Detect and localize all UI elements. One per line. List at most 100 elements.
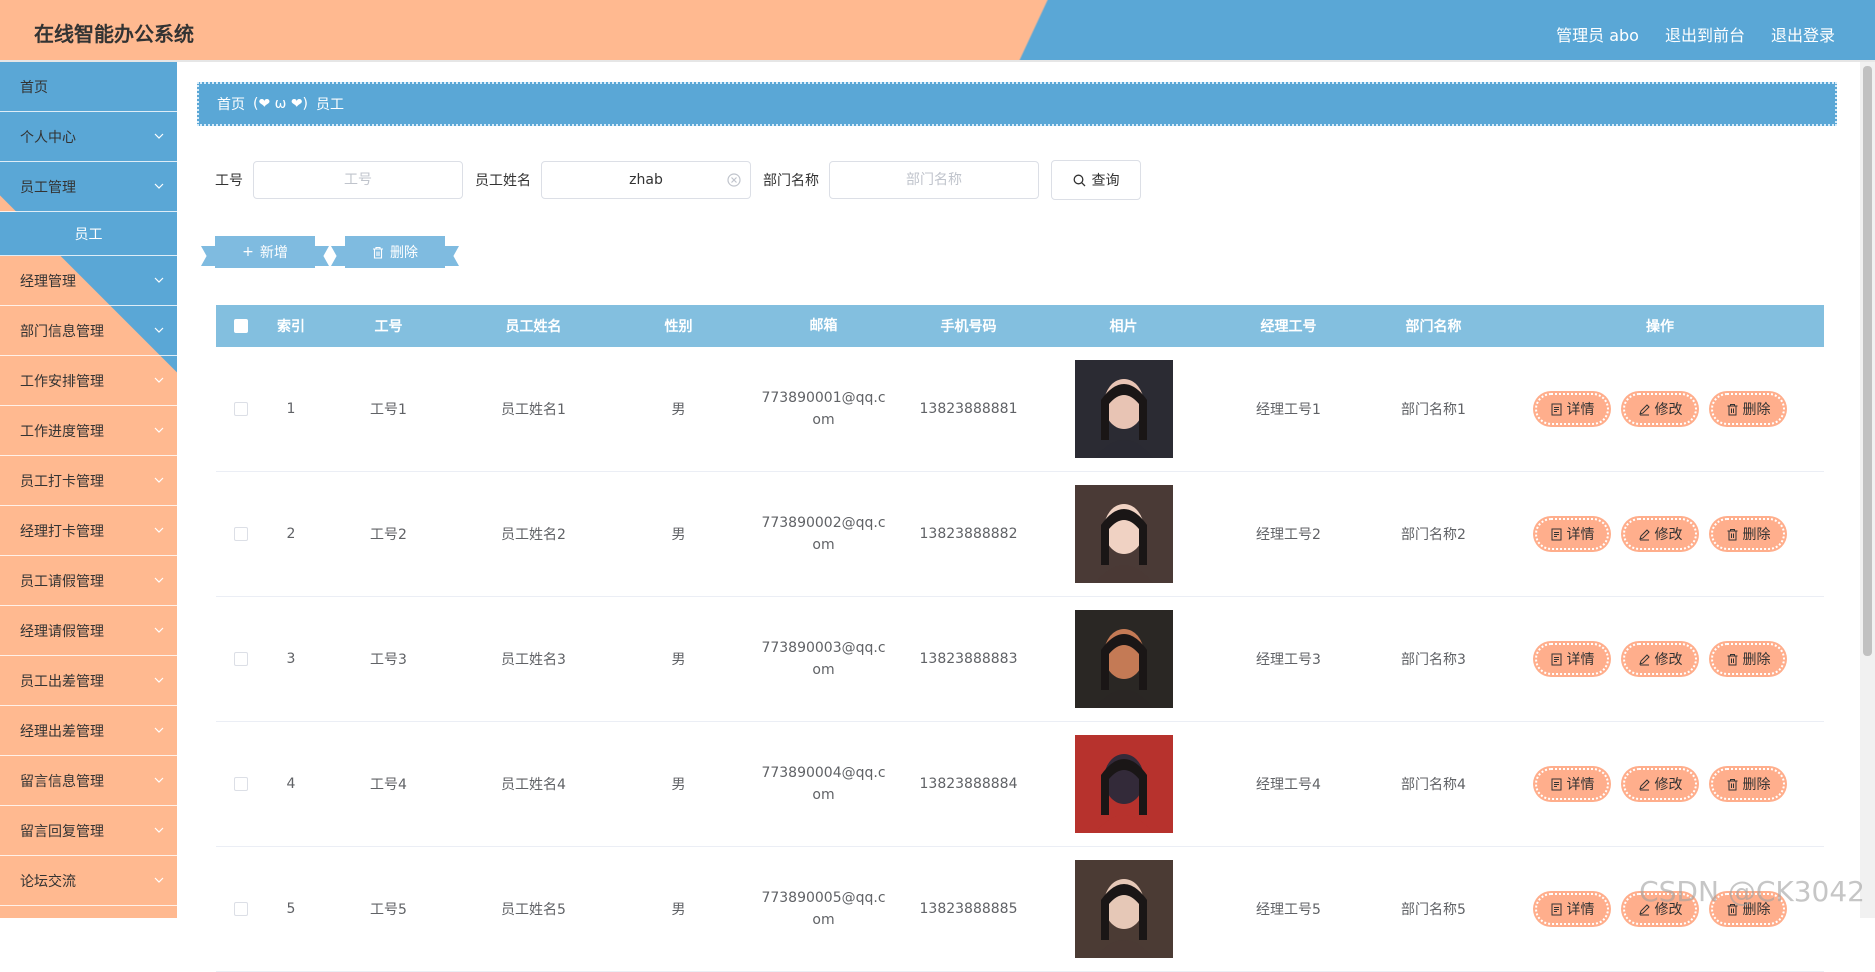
sidebar-item-label: 经理管理 — [20, 273, 76, 290]
chevron-down-icon — [154, 377, 164, 383]
cell-employee-name: 员工姓名4 — [501, 777, 566, 793]
edit-button[interactable]: 修改 — [1623, 393, 1697, 425]
select-all-checkbox[interactable] — [234, 319, 248, 333]
chevron-down-icon — [154, 277, 164, 283]
chevron-down-icon — [154, 327, 164, 333]
sidebar-item-message-reply[interactable]: 留言回复管理 — [0, 806, 177, 856]
top-header: 在线智能办公系统 管理员 abo 退出到前台 退出登录 — [0, 0, 1875, 62]
row-checkbox[interactable] — [234, 777, 248, 791]
sidebar-item-employee-management[interactable]: 员工管理 — [0, 162, 177, 212]
sidebar-item-employee-leave[interactable]: 员工请假管理 — [0, 556, 177, 606]
department-name-input[interactable] — [829, 161, 1039, 199]
trash-icon — [373, 246, 383, 259]
delete-button[interactable]: 删除 — [1711, 518, 1785, 550]
delete-label: 删除 — [1742, 777, 1771, 793]
delete-button[interactable]: 删除 — [1711, 643, 1785, 675]
trash-icon — [1727, 653, 1737, 665]
delete-label: 删除 — [390, 245, 418, 261]
cell-email: 773890005@qq.com — [761, 890, 886, 928]
row-checkbox-cell — [216, 527, 266, 541]
chevron-down-icon — [154, 627, 164, 633]
cell-phone: 13823888885 — [919, 901, 1018, 917]
breadcrumb-home[interactable]: 首页 — [217, 94, 245, 114]
sidebar-item-forum[interactable]: 论坛交流 — [0, 856, 177, 906]
document-icon — [1551, 903, 1561, 915]
user-name[interactable]: 管理员 abo — [1556, 22, 1639, 46]
cell-email: 773890001@qq.com — [761, 390, 886, 428]
header-manager-no: 经理工号 — [1260, 319, 1317, 335]
sidebar-item-employee[interactable]: 员工 — [0, 212, 177, 256]
sidebar-item-manager-checkin[interactable]: 经理打卡管理 — [0, 506, 177, 556]
sidebar-item-label: 个人中心 — [20, 129, 76, 146]
employee-photo[interactable] — [1074, 735, 1173, 833]
chevron-down-icon — [154, 577, 164, 583]
scrollbar-thumb[interactable] — [1863, 66, 1872, 656]
detail-button[interactable]: 详情 — [1535, 393, 1609, 425]
sidebar-item-message-info[interactable]: 留言信息管理 — [0, 756, 177, 806]
cell-department: 部门名称1 — [1401, 402, 1466, 418]
sidebar-item-label: 工作进度管理 — [20, 423, 104, 440]
sidebar-item-label: 工作安排管理 — [20, 373, 104, 390]
delete-button[interactable]: 删除 — [1711, 393, 1785, 425]
pencil-icon — [1638, 403, 1650, 415]
detail-button[interactable]: 详情 — [1535, 643, 1609, 675]
sidebar-item-work-schedule[interactable]: 工作安排管理 — [0, 356, 177, 406]
sidebar-item-label: 留言信息管理 — [20, 773, 104, 790]
edit-label: 修改 — [1654, 402, 1683, 418]
logout-link[interactable]: 退出登录 — [1771, 22, 1835, 46]
cell-manager-no: 经理工号3 — [1256, 652, 1321, 668]
cell-employee-name: 员工姓名5 — [501, 902, 566, 918]
employee-photo[interactable] — [1074, 860, 1173, 958]
detail-button[interactable]: 详情 — [1535, 893, 1609, 925]
edit-button[interactable]: 修改 — [1623, 518, 1697, 550]
add-label: 新增 — [259, 245, 288, 261]
document-icon — [1551, 778, 1561, 790]
sidebar-item-label: 部门信息管理 — [20, 323, 104, 340]
row-checkbox[interactable] — [234, 902, 248, 916]
sidebar-item-manager-management[interactable]: 经理管理 — [0, 256, 177, 306]
row-checkbox[interactable] — [234, 402, 248, 416]
sidebar-item-department-info[interactable]: 部门信息管理 — [0, 306, 177, 356]
detail-button[interactable]: 详情 — [1535, 768, 1609, 800]
chevron-down-icon — [154, 183, 164, 189]
employee-name-input[interactable] — [541, 161, 751, 199]
edit-button[interactable]: 修改 — [1623, 643, 1697, 675]
employee-photo[interactable] — [1074, 360, 1173, 458]
cell-department: 部门名称4 — [1401, 777, 1466, 793]
row-checkbox[interactable] — [234, 652, 248, 666]
employee-table: 索引 工号 员工姓名 性别 邮箱 手机号码 相片 经理工号 部门名称 操作 1 工… — [216, 305, 1824, 972]
cell-employee-no: 工号3 — [370, 652, 407, 668]
employee-no-label: 工号 — [215, 173, 243, 189]
clear-icon[interactable] — [727, 173, 741, 187]
sidebar-item-manager-leave[interactable]: 经理请假管理 — [0, 606, 177, 656]
detail-button[interactable]: 详情 — [1535, 518, 1609, 550]
add-button[interactable]: + 新增 — [215, 236, 315, 268]
edit-button[interactable]: 修改 — [1623, 768, 1697, 800]
detail-label: 详情 — [1566, 652, 1595, 668]
sidebar-item-manager-trip[interactable]: 经理出差管理 — [0, 706, 177, 756]
sidebar-item-work-progress[interactable]: 工作进度管理 — [0, 406, 177, 456]
cell-manager-no: 经理工号5 — [1256, 902, 1321, 918]
sidebar-item-employee-trip[interactable]: 员工出差管理 — [0, 656, 177, 706]
batch-delete-button[interactable]: 删除 — [345, 236, 445, 268]
header-employee-no: 工号 — [374, 319, 403, 335]
row-checkbox-cell — [216, 902, 266, 916]
employee-photo[interactable] — [1074, 610, 1173, 708]
back-to-front-link[interactable]: 退出到前台 — [1665, 22, 1745, 46]
delete-button[interactable]: 删除 — [1711, 768, 1785, 800]
sidebar-item-employee-checkin[interactable]: 员工打卡管理 — [0, 456, 177, 506]
sidebar-item-personal-center[interactable]: 个人中心 — [0, 112, 177, 162]
sidebar-item-home[interactable]: 首页 — [0, 62, 177, 112]
chevron-down-icon — [154, 777, 164, 783]
sidebar-item-label: 员工 — [74, 226, 103, 243]
cell-index: 3 — [286, 651, 296, 667]
chevron-down-icon — [154, 827, 164, 833]
page-scrollbar[interactable] — [1860, 62, 1875, 918]
employee-no-input[interactable] — [253, 161, 463, 199]
row-checkbox[interactable] — [234, 527, 248, 541]
employee-photo[interactable] — [1074, 485, 1173, 583]
query-button[interactable]: 查询 — [1051, 160, 1141, 200]
cell-index: 1 — [286, 401, 296, 417]
cell-employee-no: 工号4 — [370, 777, 407, 793]
action-buttons: + 新增 删除 — [215, 236, 445, 268]
